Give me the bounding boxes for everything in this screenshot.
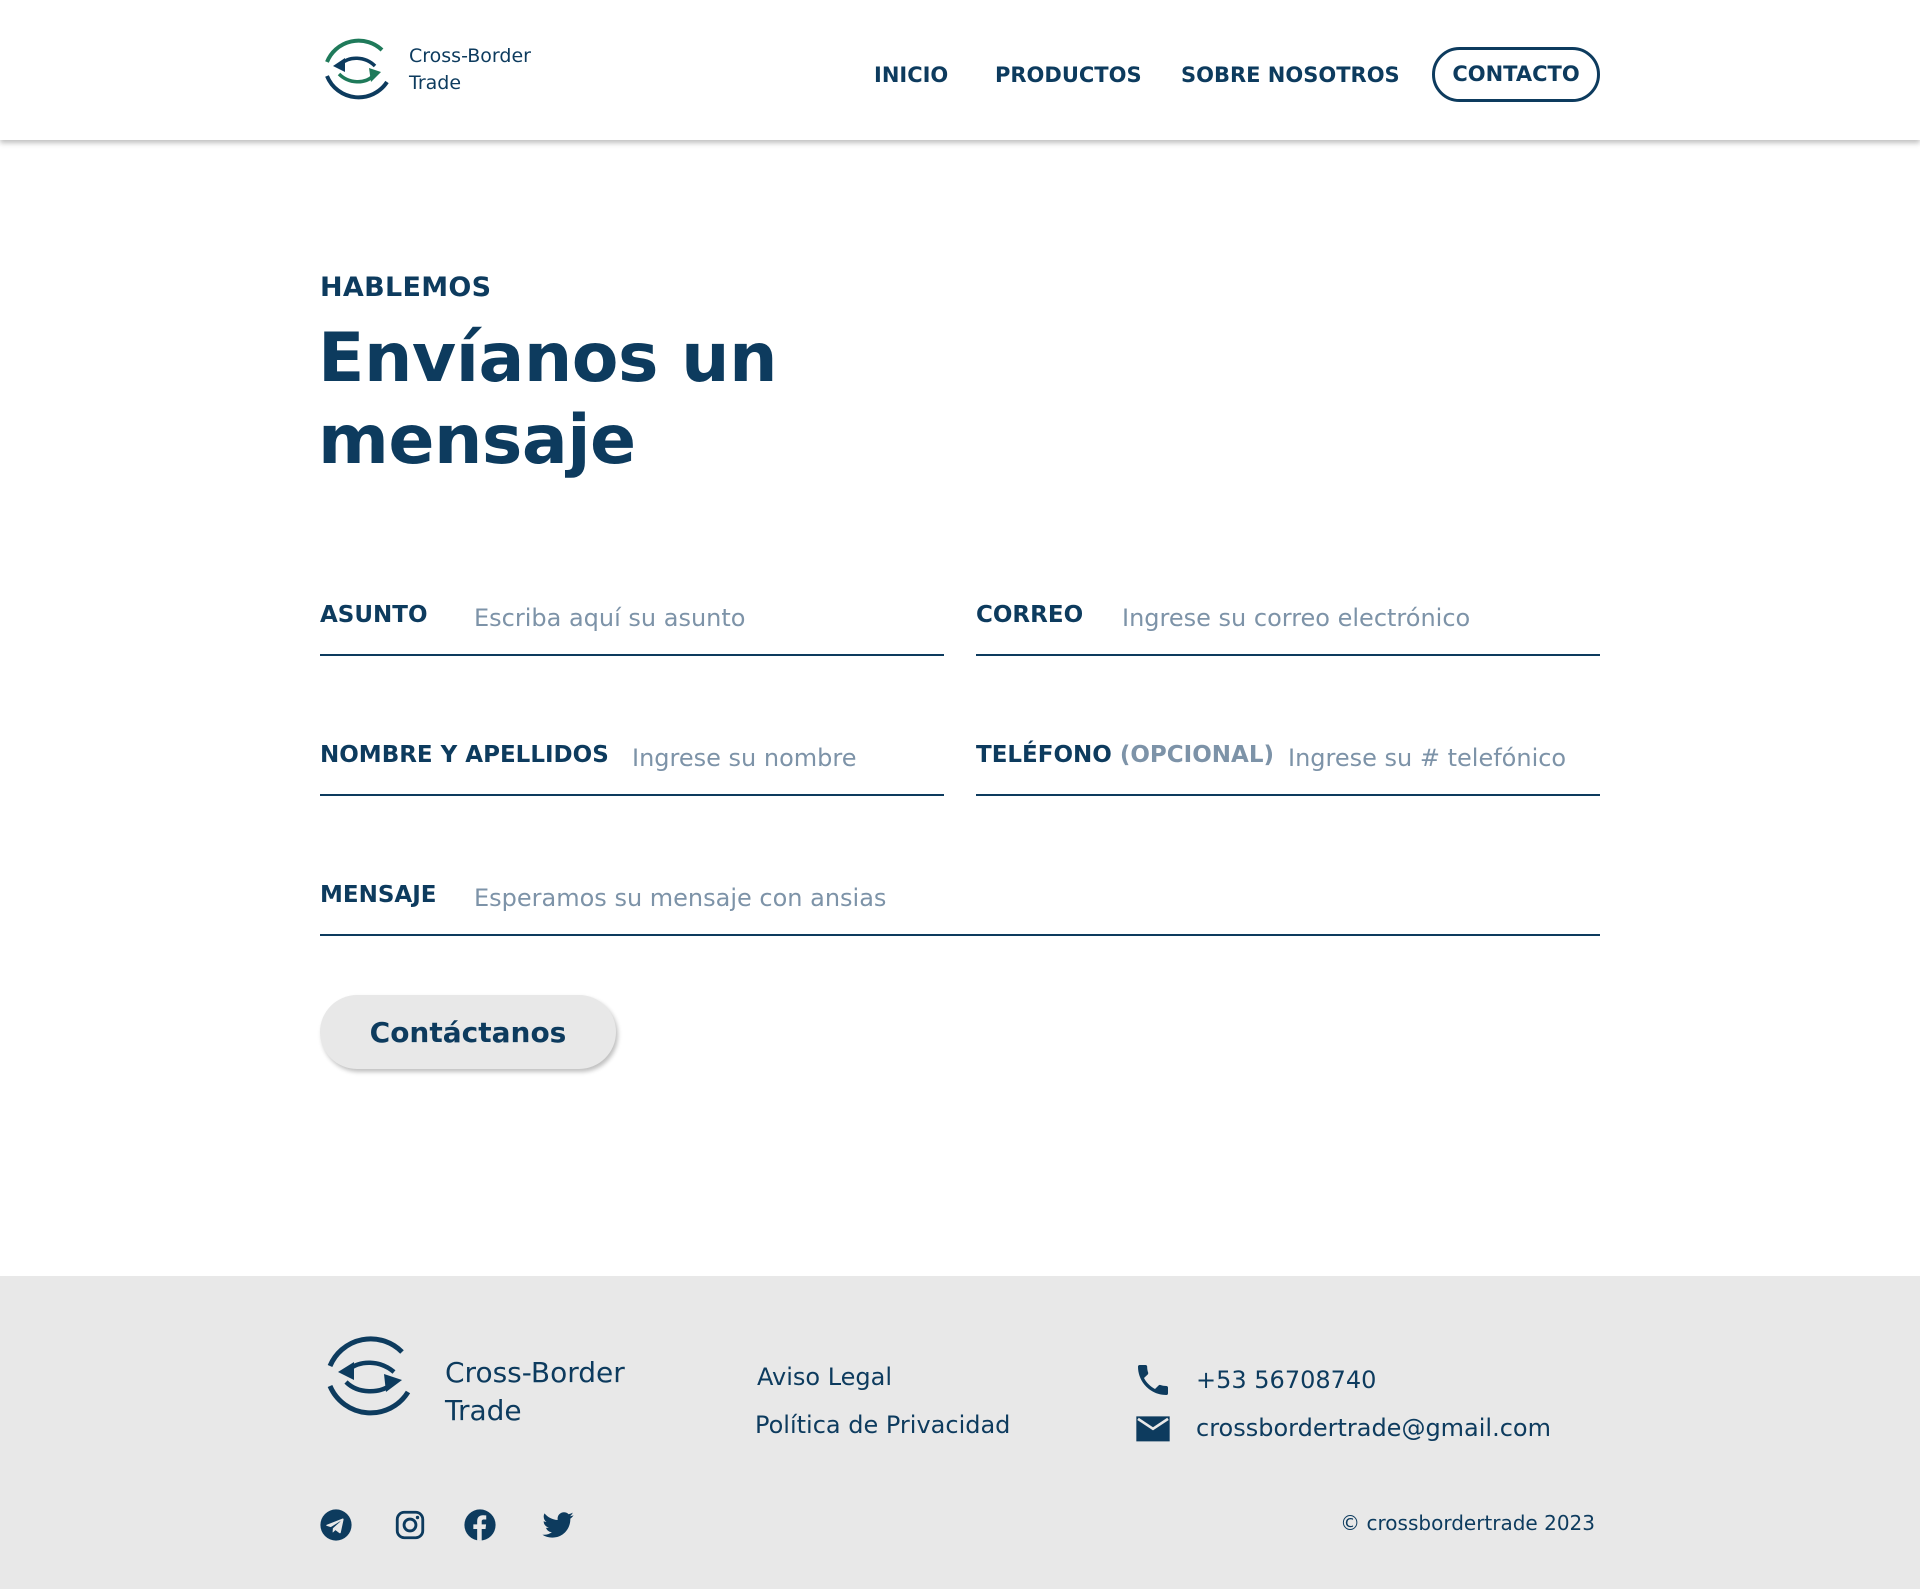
correo-field: CORREO	[976, 596, 1600, 656]
mensaje-input[interactable]	[474, 878, 1590, 918]
site-footer: Cross-Border Trade Aviso Legal Política …	[0, 1276, 1920, 1589]
nav-sobre-nosotros[interactable]: SOBRE NOSOTROS	[1181, 47, 1400, 103]
mail-icon	[1136, 1416, 1170, 1442]
mensaje-field: MENSAJE	[320, 876, 1600, 936]
nombre-field: NOMBRE Y APELLIDOS	[320, 736, 944, 796]
nombre-input[interactable]	[632, 738, 937, 778]
footer-brand-name: Cross-Border Trade	[445, 1354, 625, 1430]
correo-input[interactable]	[1122, 598, 1592, 638]
facebook-icon[interactable]	[463, 1508, 497, 1542]
page-title: Envíanos un mensaje	[318, 318, 1018, 482]
site-header: Cross-Border Trade INICIO PRODUCTOS SOBR…	[0, 0, 1920, 140]
telegram-icon[interactable]	[319, 1508, 353, 1542]
copyright-text: © crossbordertrade 2023	[1340, 1511, 1595, 1535]
mensaje-label: MENSAJE	[320, 882, 437, 908]
nav-productos[interactable]: PRODUCTOS	[995, 47, 1142, 103]
contactanos-button[interactable]: Contáctanos	[320, 995, 616, 1069]
phone-number: +53 56708740	[1196, 1366, 1377, 1394]
telefono-input[interactable]	[1288, 738, 1593, 778]
asunto-input[interactable]	[474, 598, 934, 638]
footer-brand-line1: Cross-Border	[445, 1356, 625, 1389]
footer-phone[interactable]: +53 56708740	[1133, 1360, 1376, 1400]
correo-label: CORREO	[976, 602, 1084, 628]
twitter-icon[interactable]	[541, 1508, 575, 1542]
asunto-label: ASUNTO	[320, 602, 428, 628]
footer-logo[interactable]	[320, 1328, 418, 1430]
asunto-field: ASUNTO	[320, 596, 944, 656]
nav-contacto-button[interactable]: CONTACTO	[1432, 47, 1600, 102]
nav-inicio[interactable]: INICIO	[874, 47, 948, 103]
phone-icon	[1138, 1365, 1168, 1395]
telefono-field: TELÉFONO (OPCIONAL)	[976, 736, 1600, 796]
section-eyebrow: HABLEMOS	[320, 272, 492, 303]
telefono-label-text: TELÉFONO	[976, 742, 1112, 768]
telefono-label: TELÉFONO (OPCIONAL)	[976, 742, 1274, 768]
page-title-line2: mensaje	[318, 401, 636, 480]
nombre-label: NOMBRE Y APELLIDOS	[320, 742, 609, 768]
instagram-icon[interactable]	[393, 1508, 427, 1542]
footer-brand-line2: Trade	[445, 1394, 522, 1427]
aviso-legal-link[interactable]: Aviso Legal	[757, 1363, 892, 1391]
telefono-optional-tag: (OPCIONAL)	[1119, 742, 1274, 768]
footer-email[interactable]: crossbordertrade@gmail.com	[1133, 1408, 1551, 1448]
email-address: crossbordertrade@gmail.com	[1196, 1414, 1551, 1442]
cross-border-logo-icon	[327, 1336, 411, 1416]
page-title-line1: Envíanos un	[318, 319, 777, 398]
main-nav: INICIO PRODUCTOS SOBRE NOSOTROS CONTACTO	[0, 47, 1920, 103]
privacidad-link[interactable]: Política de Privacidad	[755, 1411, 1010, 1439]
